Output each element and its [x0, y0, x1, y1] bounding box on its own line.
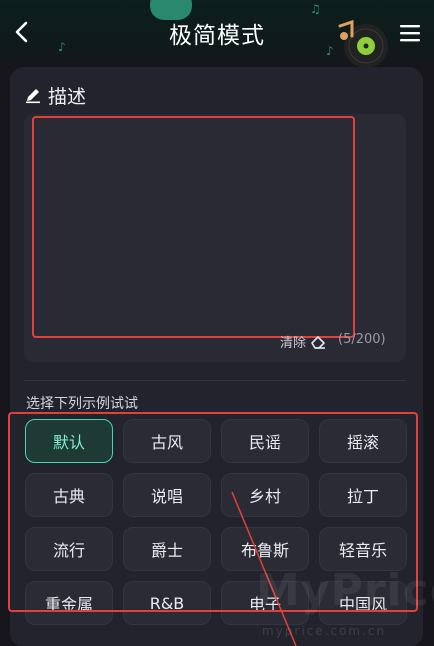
music-note-icon: ♫: [310, 2, 321, 16]
character-counter: (5/200): [338, 332, 386, 347]
hamburger-menu-icon[interactable]: [398, 22, 422, 44]
watermark: MyPrice: [256, 565, 434, 616]
watermark-subtitle: myprice.com.cn: [262, 624, 387, 638]
clear-button[interactable]: 清除: [280, 332, 326, 351]
divider: [24, 380, 406, 381]
examples-label: 选择下列示例试试: [26, 396, 138, 412]
description-heading-label: 描述: [48, 85, 87, 108]
description-heading: 描述: [24, 82, 86, 108]
description-input[interactable]: [32, 116, 355, 338]
clear-label: 清除: [280, 336, 307, 351]
eraser-icon: [311, 335, 326, 349]
pencil-icon: [26, 89, 40, 104]
vinyl-record-icon: [338, 19, 388, 68]
top-bar: ♪ ♫ ♪ 极简模式: [0, 0, 434, 70]
